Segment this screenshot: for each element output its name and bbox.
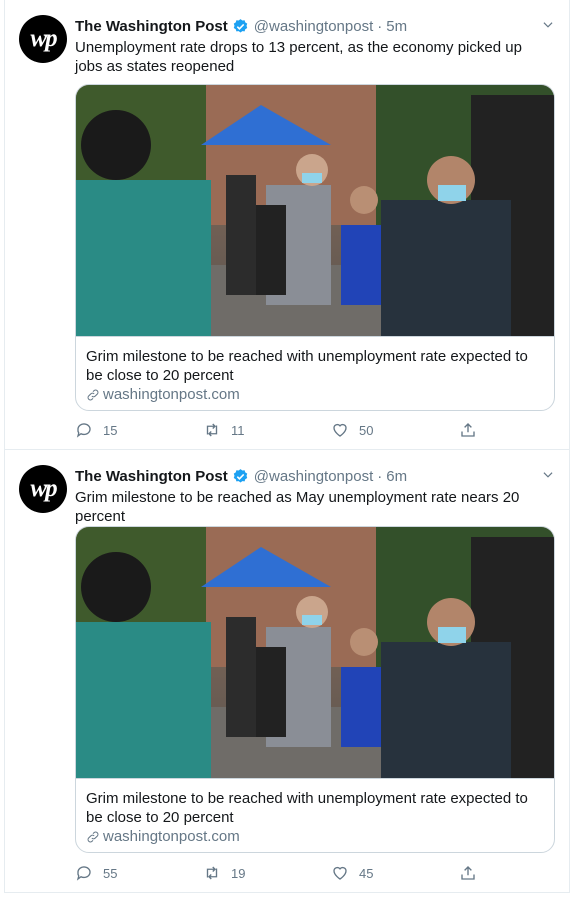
- reply-count: 55: [103, 865, 118, 881]
- like-button[interactable]: 45: [331, 864, 373, 882]
- like-icon: [333, 423, 347, 437]
- tweet-timestamp[interactable]: 5m: [386, 18, 407, 35]
- tweet-text: Unemployment rate drops to 13 percent, a…: [75, 39, 522, 75]
- card-body[interactable]: Grim milestone to be reached with unempl…: [76, 336, 554, 410]
- reply-icon: [76, 866, 91, 881]
- like-button[interactable]: 50: [331, 421, 373, 439]
- chevron-down-icon[interactable]: [541, 468, 555, 482]
- reply-count: 15: [103, 422, 118, 438]
- share-button[interactable]: [459, 864, 487, 882]
- card-domain[interactable]: washingtonpost.com: [86, 828, 546, 845]
- reply-button[interactable]: 55: [75, 864, 117, 882]
- tweet-timestamp[interactable]: 6m: [386, 468, 407, 485]
- tweet[interactable]: wp The Washington Post @washingtonpost ·…: [4, 0, 570, 450]
- card-title[interactable]: Grim milestone to be reached with unempl…: [86, 347, 546, 385]
- card-domain-text: washingtonpost.com: [103, 386, 240, 403]
- author-handle[interactable]: @washingtonpost: [254, 468, 373, 485]
- reply-button[interactable]: 15: [75, 421, 117, 439]
- share-icon: [461, 423, 475, 437]
- link-icon: [87, 831, 99, 842]
- link-card[interactable]: Grim milestone to be reached with unempl…: [75, 526, 555, 853]
- separator-dot: ·: [377, 467, 383, 485]
- timeline-feed: wp The Washington Post @washingtonpost ·…: [0, 0, 585, 900]
- author-name[interactable]: The Washington Post: [75, 18, 228, 35]
- separator-dot: ·: [377, 17, 383, 35]
- card-photo: [76, 85, 554, 336]
- card-domain-text: washingtonpost.com: [103, 828, 240, 845]
- avatar[interactable]: wp: [19, 15, 67, 63]
- like-icon: [333, 866, 347, 880]
- tweet-actions: 15 11 50: [75, 421, 485, 441]
- tweet-header: The Washington Post @washingtonpost · 6m: [75, 466, 555, 486]
- card-body[interactable]: Grim milestone to be reached with unempl…: [76, 778, 554, 852]
- tweet-actions: 55 19 45: [75, 864, 485, 884]
- author-name[interactable]: The Washington Post: [75, 468, 228, 485]
- retweet-button[interactable]: 11: [203, 421, 245, 439]
- retweet-icon: [206, 423, 218, 437]
- chevron-down-icon[interactable]: [541, 18, 555, 32]
- tweet-header: The Washington Post @washingtonpost · 5m: [75, 16, 555, 36]
- reply-icon: [76, 423, 91, 438]
- author-handle[interactable]: @washingtonpost: [254, 18, 373, 35]
- verified-badge-icon: [233, 18, 248, 33]
- retweet-button[interactable]: 19: [203, 864, 245, 882]
- tweet-text: Grim milestone to be reached as May unem…: [75, 489, 520, 525]
- tweet[interactable]: wp The Washington Post @washingtonpost ·…: [4, 450, 570, 893]
- avatar[interactable]: wp: [19, 465, 67, 513]
- share-button[interactable]: [459, 421, 487, 439]
- like-count: 45: [359, 865, 374, 881]
- link-card[interactable]: Grim milestone to be reached with unempl…: [75, 84, 555, 411]
- card-domain[interactable]: washingtonpost.com: [86, 386, 546, 403]
- like-count: 50: [359, 422, 374, 438]
- share-icon: [461, 866, 475, 880]
- card-title[interactable]: Grim milestone to be reached with unempl…: [86, 789, 546, 827]
- retweet-count: 11: [231, 422, 245, 438]
- card-photo: [76, 527, 554, 778]
- verified-badge-icon: [233, 468, 248, 483]
- link-icon: [87, 389, 99, 400]
- retweet-count: 19: [231, 865, 246, 881]
- retweet-icon: [206, 866, 218, 880]
